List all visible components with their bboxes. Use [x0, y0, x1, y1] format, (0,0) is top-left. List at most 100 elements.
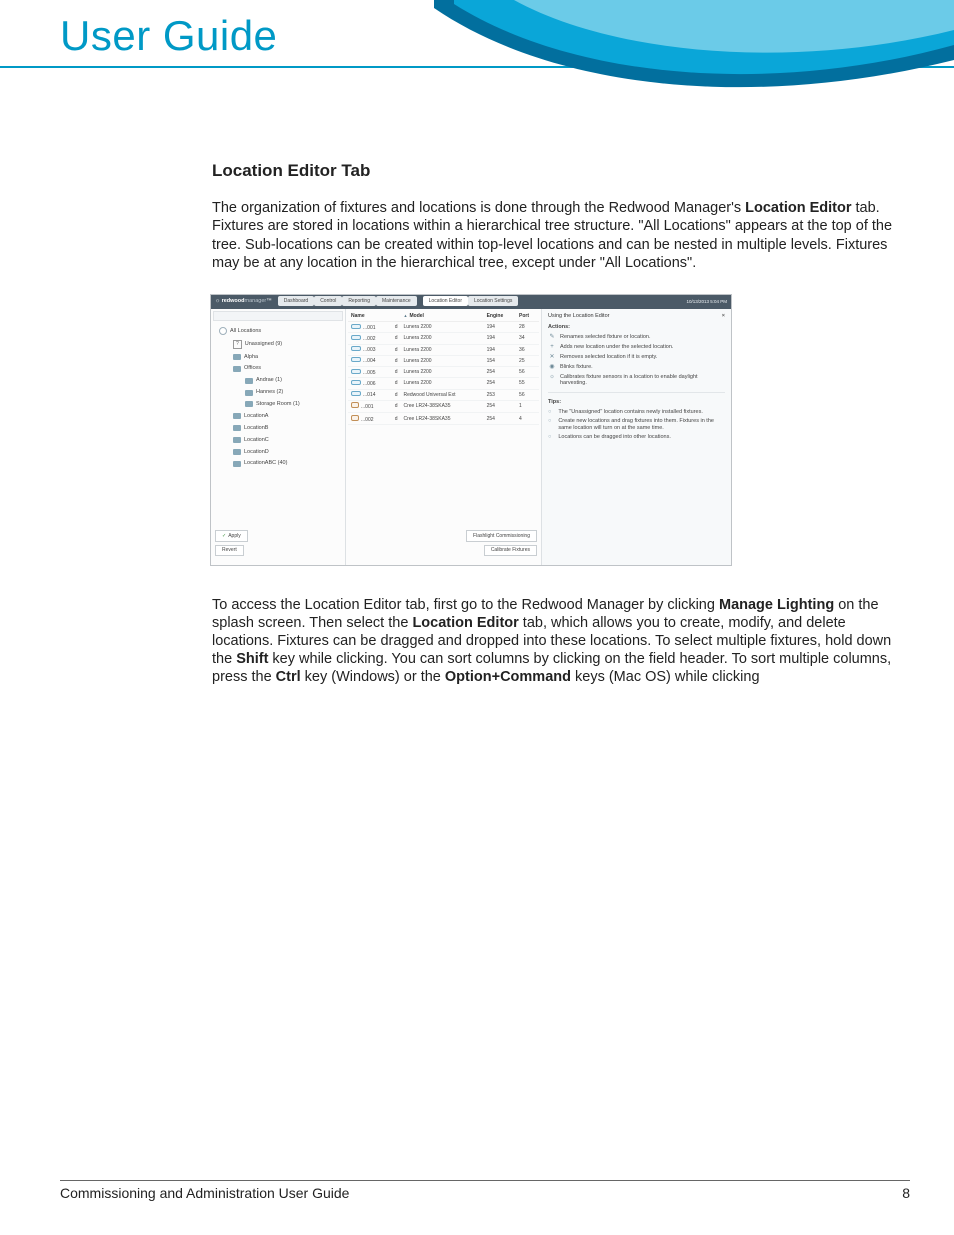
nav-tab[interactable]: Reporting — [342, 296, 376, 306]
cell-eng: 254 — [484, 367, 516, 378]
page-number: 8 — [902, 1185, 910, 1201]
cell-eng: 154 — [484, 355, 516, 366]
text: key (Windows) or the — [301, 669, 445, 685]
tree-node[interactable]: Storage Room (1) — [215, 399, 343, 411]
cell-model: Cree LR24-38SKA35 — [401, 413, 484, 425]
text: keys (Mac OS) while clicking — [571, 669, 760, 685]
table-row[interactable]: ...001dCree LR24-38SKA352541 — [348, 400, 539, 412]
location-icon — [245, 401, 253, 407]
tree-node[interactable]: Alpha — [215, 351, 343, 363]
table-row[interactable]: ...002dLunera 220019434 — [348, 333, 539, 344]
table-row[interactable]: ...006dLunera 220025455 — [348, 378, 539, 389]
column-header[interactable]: Engine — [484, 311, 516, 322]
tree-node[interactable]: ?Unassigned (9) — [215, 338, 343, 351]
action-item: +Adds new location under the selected lo… — [548, 343, 725, 353]
location-tree-panel: All Locations?Unassigned (9)AlphaOffices… — [211, 309, 346, 565]
tree-node[interactable]: LocationC — [215, 434, 343, 446]
tree-node[interactable]: Offices — [215, 363, 343, 375]
cell-model: Lunera 2200 — [401, 333, 484, 344]
action-item: ◉Blinks fixture. — [548, 363, 725, 373]
app-topbar: ☼ redwoodmanager™ DashboardControlReport… — [211, 295, 731, 309]
tree-node[interactable]: Hannes (2) — [215, 387, 343, 399]
fixture-icon — [351, 335, 361, 340]
cell-model: Lunera 2200 — [401, 322, 484, 333]
fixture-name: ...001 — [361, 404, 374, 410]
section-heading: Location Editor Tab — [212, 160, 902, 181]
location-icon — [233, 461, 241, 467]
column-header[interactable] — [392, 311, 401, 322]
fixture-icon — [351, 324, 361, 329]
nav-tab[interactable]: Maintenance — [376, 296, 417, 306]
page-footer: Commissioning and Administration User Gu… — [60, 1185, 910, 1201]
location-icon — [233, 449, 241, 455]
calibrate-fixtures-button[interactable]: Calibrate Fixtures — [484, 545, 537, 556]
subnav-tab[interactable]: Location Settings — [468, 296, 518, 306]
fixture-name: ...006 — [363, 381, 376, 387]
page-header-title: User Guide — [60, 12, 277, 60]
fixture-icon — [351, 391, 361, 396]
table-row[interactable]: ...014dRedwood Universal Ext25356 — [348, 389, 539, 400]
cell-port: 56 — [516, 367, 539, 378]
brand-bold: redwood — [222, 298, 245, 304]
table-row[interactable]: ...003dLunera 220019436 — [348, 344, 539, 355]
tips-heading: Tips: — [548, 399, 725, 406]
apply-button[interactable]: Apply — [215, 530, 248, 541]
tree-node[interactable]: LocationABC (40) — [215, 458, 343, 470]
info-cell: d — [392, 333, 401, 344]
cell-eng: 253 — [484, 389, 516, 400]
close-icon[interactable]: × — [722, 313, 725, 320]
action-item: ✎Renames selected fixture or location. — [548, 333, 725, 343]
brand-logo: ☼ redwoodmanager™ — [215, 298, 272, 305]
subnav-tab[interactable]: Location Editor — [423, 296, 468, 306]
location-icon — [233, 354, 241, 360]
nav-tab[interactable]: Dashboard — [278, 296, 314, 306]
fixture-name: ...014 — [363, 392, 376, 398]
cell-eng: 194 — [484, 322, 516, 333]
nav-tab[interactable]: Control — [314, 296, 342, 306]
tree-node-label: LocationABC (40) — [244, 460, 287, 467]
cell-eng: 254 — [484, 413, 516, 425]
action-icon: ◉ — [548, 364, 556, 372]
tree-node-label: Unassigned (9) — [245, 341, 282, 348]
action-text: Calibrates fixture sensors in a location… — [560, 374, 725, 388]
tree-search-input[interactable] — [213, 311, 343, 321]
question-icon: ? — [233, 340, 242, 348]
tip-item: Locations can be dragged into other loca… — [548, 433, 725, 442]
fixture-icon — [351, 357, 361, 362]
action-icon: ✕ — [548, 354, 556, 362]
fixture-name: ...004 — [363, 358, 376, 364]
bold-ctrl: Ctrl — [276, 669, 301, 685]
tree-node[interactable]: LocationA — [215, 410, 343, 422]
column-header[interactable]: Port — [516, 311, 539, 322]
tree-node-label: Hannes (2) — [256, 389, 283, 396]
location-icon — [233, 366, 241, 372]
topbar-datetime: 10/13/2013 5:04 PM — [686, 300, 727, 305]
cell-model: Lunera 2200 — [401, 378, 484, 389]
column-header[interactable]: Name — [348, 311, 392, 322]
revert-button[interactable]: Revert — [215, 545, 244, 556]
tree-node[interactable]: LocationB — [215, 422, 343, 434]
info-cell: d — [392, 413, 401, 425]
table-row[interactable]: ...005dLunera 220025456 — [348, 367, 539, 378]
tree-node[interactable]: Andrae (1) — [215, 375, 343, 387]
action-icon: ☼ — [548, 374, 556, 382]
info-cell: d — [392, 400, 401, 412]
cell-eng: 194 — [484, 333, 516, 344]
tree-node[interactable]: All Locations — [215, 325, 343, 338]
table-row[interactable]: ...001dLunera 220019428 — [348, 322, 539, 333]
header-swoosh-graphic — [434, 0, 954, 130]
cell-port: 4 — [516, 413, 539, 425]
column-header[interactable]: Model — [401, 311, 484, 322]
tree-node[interactable]: LocationD — [215, 446, 343, 458]
action-text: Removes selected location if it is empty… — [560, 354, 657, 361]
access-paragraph: To access the Location Editor tab, first… — [212, 596, 902, 687]
table-row[interactable]: ...002 dCree LR24-38SKA352544 — [348, 413, 539, 425]
flashlight-commissioning-button[interactable]: Flashlight Commissioning — [466, 530, 537, 541]
brand-light: manager — [245, 298, 267, 304]
fixture-name: ...002 — [361, 417, 374, 423]
fixture-table: NameModelEnginePort ...001dLunera 220019… — [348, 311, 539, 426]
help-panel: Using the Location Editor× Actions: ✎Ren… — [541, 309, 731, 565]
fixture-table-panel: NameModelEnginePort ...001dLunera 220019… — [346, 309, 541, 565]
cell-model: Cree LR24-38SKA35 — [401, 400, 484, 412]
table-row[interactable]: ...004dLunera 220015425 — [348, 355, 539, 366]
